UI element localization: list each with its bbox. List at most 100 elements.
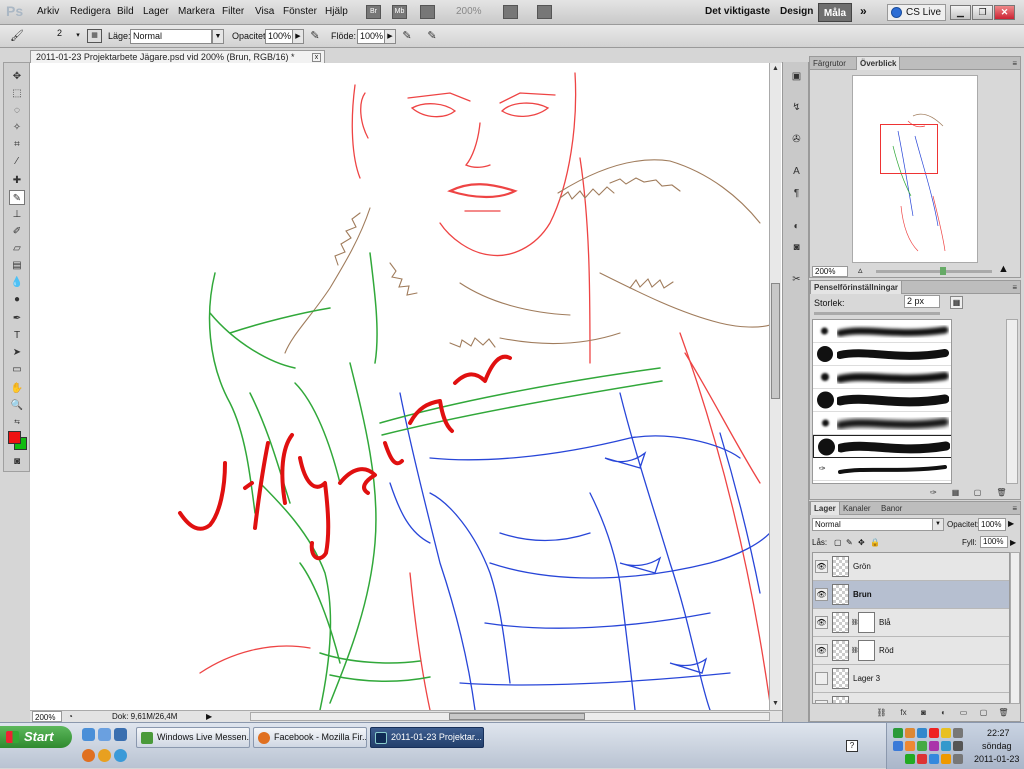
zoom-tool-icon[interactable]: 🔍 <box>9 398 25 413</box>
start-button[interactable]: Start <box>0 726 72 748</box>
workspace-essentials[interactable]: Det viktigaste <box>705 6 770 17</box>
menu-arkiv[interactable]: Arkiv <box>37 6 59 17</box>
menu-bild[interactable]: Bild <box>117 6 134 17</box>
clock-day[interactable]: söndag <box>982 741 1012 751</box>
lasso-tool-icon[interactable]: ◌ <box>9 103 25 118</box>
link-layers-icon[interactable]: ⛓ <box>876 708 887 718</box>
spot-healing-tool-icon[interactable]: ✚ <box>9 173 25 188</box>
restore-icon[interactable]: ❐ <box>972 5 993 20</box>
status-zoom-input[interactable]: 200% <box>32 711 62 722</box>
brush-panel-icon[interactable]: ▦ <box>950 488 961 498</box>
opacity-slider-arrow-icon[interactable]: ▶ <box>292 29 304 44</box>
scroll-down-icon[interactable]: ▼ <box>770 698 781 709</box>
adjustment-layer-icon[interactable]: ◐ <box>938 708 949 718</box>
brush-size-indicator[interactable]: 2 <box>57 28 62 38</box>
brush-preset-item[interactable] <box>813 343 951 366</box>
layer-opacity-arrow-icon[interactable]: ▶ <box>1008 519 1014 528</box>
brush-size-input[interactable]: 2 px <box>904 295 940 308</box>
blend-mode-select[interactable]: Normal ▼ <box>812 518 944 531</box>
tab-brush-presets[interactable]: Penselförinställningar <box>810 281 903 294</box>
tray-app-icon[interactable] <box>905 741 915 751</box>
foreground-color-swatch[interactable] <box>8 431 21 444</box>
blur-tool-icon[interactable]: 💧 <box>9 275 25 290</box>
layers-menu-icon[interactable]: ≡ <box>1012 504 1017 513</box>
visibility-eye-icon[interactable]: 👁 <box>815 700 828 703</box>
canvas[interactable] <box>30 63 782 710</box>
horizontal-scroll-thumb[interactable] <box>449 713 585 720</box>
tray-bluetooth-icon[interactable] <box>893 741 903 751</box>
tray-app-icon[interactable] <box>953 741 963 751</box>
status-info-icon[interactable]: ◔ <box>68 711 73 722</box>
pen-tool-icon[interactable]: ✒ <box>9 311 25 326</box>
mode-select-arrow-icon[interactable]: ▼ <box>212 29 224 44</box>
tool-presets-panel-icon[interactable]: ✂ <box>788 272 805 288</box>
tab-channels[interactable]: Kanaler <box>840 502 874 515</box>
paragraph-panel-icon[interactable]: ¶ <box>788 186 805 202</box>
screen-mode-icon[interactable] <box>537 5 552 19</box>
navigator-zoom-input[interactable]: 200% <box>812 266 848 277</box>
minimize-icon[interactable]: ▁ <box>950 5 971 20</box>
tray-app-icon[interactable] <box>917 741 927 751</box>
zoom-in-icon[interactable]: ▲ <box>998 263 1009 275</box>
masks-panel-icon[interactable]: ◙ <box>788 240 805 256</box>
brush-dropdown-icon[interactable]: ▾ <box>72 29 84 44</box>
lock-all-icon[interactable]: 🔒 <box>870 536 880 549</box>
tab-swatches[interactable]: Färgrutor <box>810 57 849 70</box>
menu-markera[interactable]: Markera <box>178 6 215 17</box>
layer-row-gron[interactable]: 👁 Grön <box>813 553 1009 581</box>
layer-row-brun[interactable]: 👁 Brun <box>813 581 1009 609</box>
delete-brush-icon[interactable]: 🗑 <box>996 488 1007 498</box>
document-size-info[interactable]: Dok: 9,61M/26,4M <box>112 711 177 722</box>
brush-preset-item[interactable] <box>813 320 951 343</box>
quick-mask-icon[interactable]: ◙ <box>9 454 25 469</box>
brush-preset-item-selected[interactable] <box>813 435 951 458</box>
delete-layer-icon[interactable]: 🗑 <box>998 708 1009 718</box>
quicklaunch-firefox-icon[interactable] <box>82 749 95 762</box>
lock-position-icon[interactable]: ✥ <box>858 536 865 549</box>
fill-input[interactable]: 100% <box>980 536 1008 548</box>
tab-layers[interactable]: Lager <box>810 502 840 515</box>
navigator-thumbnail[interactable] <box>852 75 978 263</box>
lock-transparency-icon[interactable]: ▢ <box>834 536 842 549</box>
brush-preset-item[interactable] <box>813 389 951 412</box>
brush-preset-item[interactable] <box>813 366 951 389</box>
new-brush-icon[interactable]: ▢ <box>972 488 983 498</box>
brush-tool-icon[interactable]: ✎ <box>9 190 25 205</box>
tablet-pressure-size-icon[interactable]: ✎ <box>425 29 439 44</box>
path-selection-tool-icon[interactable]: ➤ <box>9 345 25 360</box>
history-brush-tool-icon[interactable]: ✐ <box>9 224 25 239</box>
clock-time[interactable]: 22:27 <box>987 728 1010 738</box>
character-panel-icon[interactable]: A <box>788 164 805 180</box>
quick-selection-tool-icon[interactable]: ✧ <box>9 120 25 135</box>
mode-select[interactable]: Normal <box>130 29 212 44</box>
task-windows-live-messenger[interactable]: Windows Live Messen... <box>136 727 250 748</box>
visibility-eye-icon[interactable]: 👁 <box>815 616 828 629</box>
tray-shield-icon[interactable] <box>941 728 951 738</box>
navigator-zoom-slider[interactable] <box>876 267 992 275</box>
help-icon[interactable]: ? <box>846 740 858 752</box>
tray-antivirus-icon[interactable] <box>929 728 939 738</box>
close-document-icon[interactable]: x <box>312 53 321 62</box>
mini-bridge-icon[interactable]: Mb <box>392 5 407 19</box>
tray-app-icon[interactable] <box>917 754 927 764</box>
tray-app-icon[interactable] <box>905 754 915 764</box>
eraser-tool-icon[interactable]: ▱ <box>9 241 25 256</box>
vertical-scroll-thumb[interactable] <box>771 283 780 399</box>
menu-visa[interactable]: Visa <box>255 6 274 17</box>
document-tab[interactable]: 2011-01-23 Projektarbete Jägare.psd vid … <box>30 50 325 64</box>
navigator-view-frame[interactable] <box>880 124 938 174</box>
zoom-out-icon[interactable]: ▵ <box>858 265 863 276</box>
layer-row-lager-3[interactable]: 👁 Lager 3 <box>813 665 1009 693</box>
tray-update-icon[interactable] <box>917 728 927 738</box>
more-workspaces-icon[interactable]: » <box>860 4 867 18</box>
brush-preset-item[interactable] <box>813 412 951 435</box>
tray-app-icon[interactable] <box>929 754 939 764</box>
show-desktop-icon[interactable] <box>82 728 95 741</box>
quicklaunch-ie2-icon[interactable] <box>114 749 127 762</box>
menu-lager[interactable]: Lager <box>143 6 169 17</box>
brush-preset-picker-icon[interactable]: 🖌 <box>10 29 24 44</box>
navigator-menu-icon[interactable]: ≡ <box>1012 59 1017 68</box>
rectangle-tool-icon[interactable]: ▭ <box>9 362 25 377</box>
menu-redigera[interactable]: Redigera <box>70 6 111 17</box>
tray-volume-icon[interactable] <box>953 728 963 738</box>
